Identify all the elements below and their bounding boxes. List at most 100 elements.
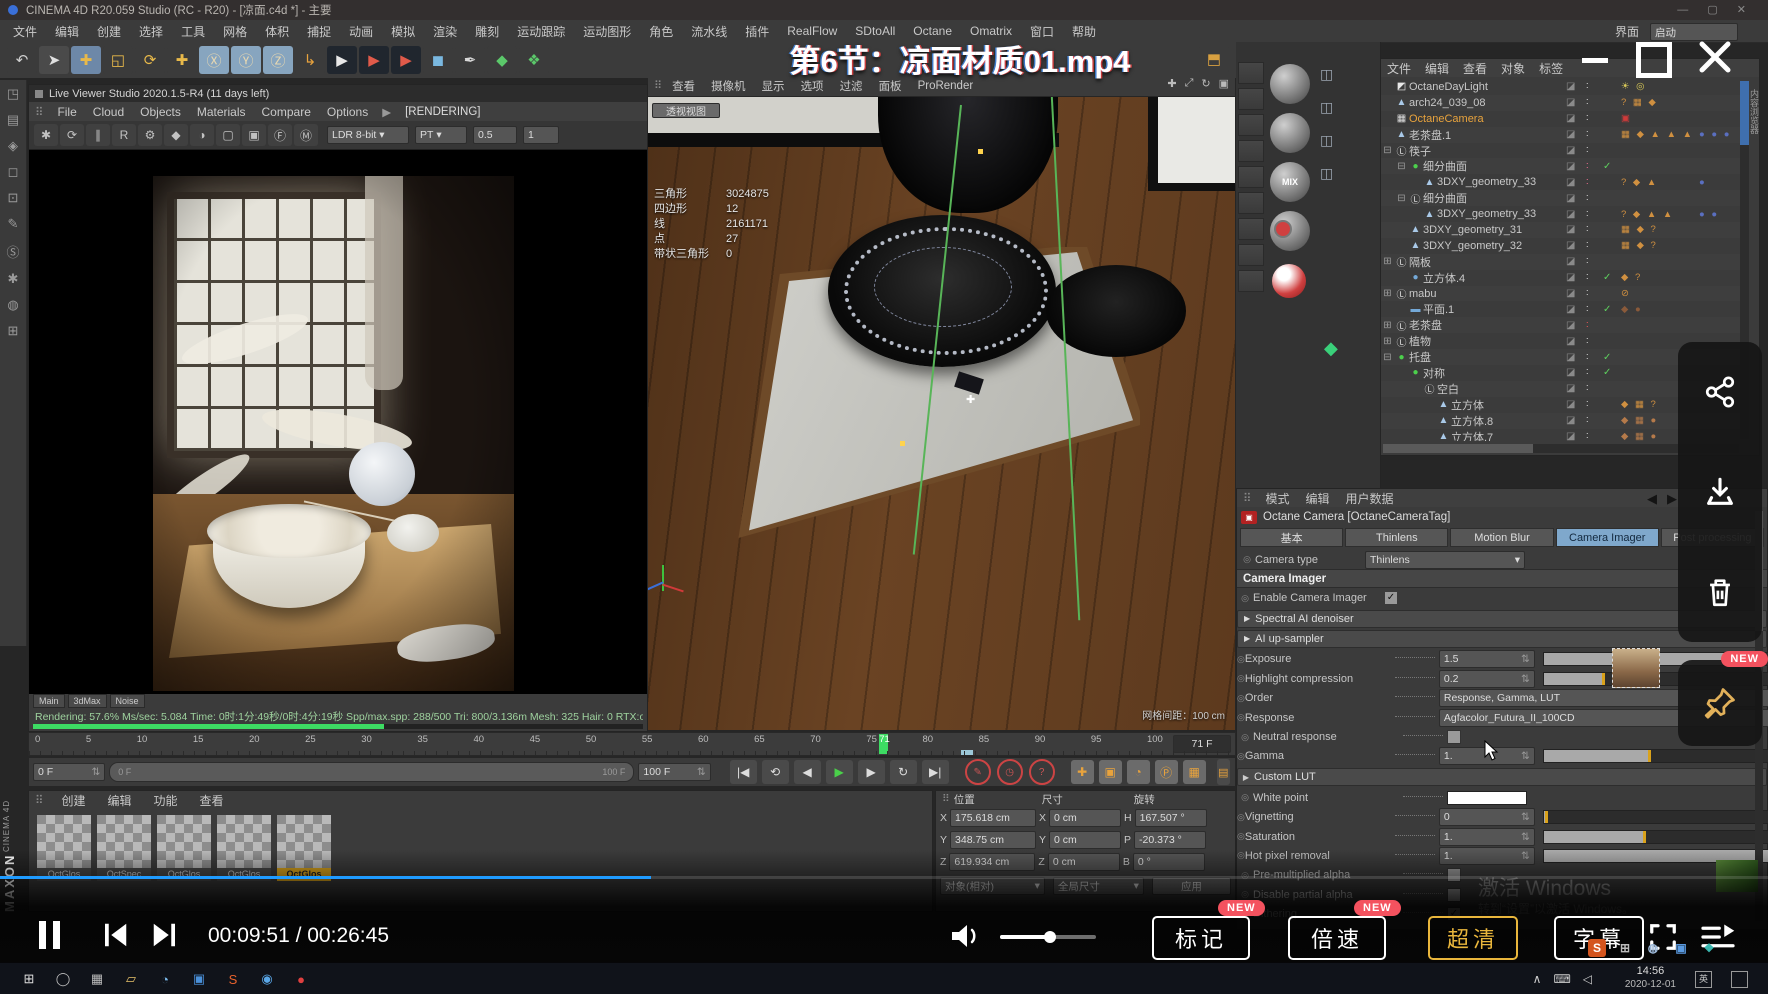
keyframe-button[interactable]: ✚ <box>1071 760 1094 784</box>
menu-item[interactable]: 网格 <box>214 23 256 40</box>
video-progress-track[interactable] <box>0 876 1768 879</box>
dock-redwhite-sphere[interactable] <box>1272 264 1306 298</box>
toolbar-icon[interactable]: ✒ <box>455 46 485 74</box>
next-button[interactable] <box>150 920 180 950</box>
toolbar-icon[interactable]: Ⓩ <box>263 46 293 74</box>
maximize-icon[interactable] <box>1636 42 1672 78</box>
om-menu-item[interactable]: 文件 <box>1387 60 1411 77</box>
lv-tab[interactable]: Noise <box>110 694 145 708</box>
attribute-tab[interactable]: Camera Imager <box>1556 528 1659 547</box>
visibility-dots[interactable]: ∶ <box>1586 256 1589 267</box>
tray-icon[interactable]: ⌨ <box>1553 972 1570 986</box>
object-name[interactable]: 立方体.4 <box>1423 270 1465 286</box>
keyframe-button[interactable]: Ⓟ <box>1155 760 1178 784</box>
menu-item[interactable]: 创建 <box>88 23 130 40</box>
dock-button[interactable] <box>1238 62 1264 84</box>
dock-button[interactable] <box>1238 244 1264 266</box>
menu-item[interactable]: 动画 <box>340 23 382 40</box>
param-row[interactable]: White point ⇅ <box>1237 788 1767 807</box>
visibility-dots[interactable]: ∶ <box>1586 177 1589 188</box>
dock-button[interactable] <box>1238 88 1264 110</box>
volume-knob[interactable] <box>1044 931 1056 943</box>
taskbar-app-icon[interactable]: ▱ <box>114 963 148 994</box>
tree-row[interactable]: ◩ OctaneDayLight ◪ ∶ ☀ ◎ <box>1381 79 1747 95</box>
visibility-dots[interactable]: ∶ <box>1586 320 1589 331</box>
taskbar-app-icon[interactable]: ◔ <box>148 963 182 994</box>
previous-button[interactable] <box>100 920 130 950</box>
film-button[interactable]: ▤ <box>1217 759 1230 785</box>
taskbar-app-icon[interactable]: ⊞ <box>12 963 46 994</box>
tool-icon[interactable]: ✱ <box>8 271 19 287</box>
frame-range-scrollbar[interactable]: 0 F 100 F <box>109 762 634 782</box>
toolbar-icon[interactable]: ◆ <box>487 46 517 74</box>
tree-row[interactable]: ▲ 3DXY_geometry_31 ◪ ∶ ▦ ◆ ? <box>1381 222 1747 238</box>
tool-icon[interactable]: ⊞ <box>8 323 19 339</box>
menu-item[interactable]: 编辑 <box>46 23 88 40</box>
toolbar-icon[interactable]: ⟳ <box>135 46 165 74</box>
lv-toolbar-icon[interactable]: ✱ <box>34 124 58 146</box>
toolbar-icon[interactable]: Ⓧ <box>199 46 229 74</box>
tree-row[interactable]: ▲ arch24_039_08 ◪ ∶ ? ▦ ◆ <box>1381 95 1747 111</box>
lv-menu-item[interactable]: Compare <box>262 105 311 119</box>
visibility-dots[interactable]: ∶ <box>1586 209 1589 220</box>
tray-icon[interactable]: ∧ <box>1533 972 1542 986</box>
object-name[interactable]: 细分曲面 <box>1423 190 1467 206</box>
menu-item[interactable]: 捕捉 <box>298 23 340 40</box>
tool-icon[interactable]: ▤ <box>7 112 19 128</box>
expand-toggle-icon[interactable]: ⊟ <box>1395 193 1408 204</box>
tree-row[interactable]: ⊟ ● 细分曲面 ◪ ∶ ✓ <box>1381 158 1747 174</box>
layer-toggle-icon[interactable]: ◪ <box>1566 240 1575 251</box>
layer-toggle-icon[interactable]: ◪ <box>1566 209 1575 220</box>
am-menu-item[interactable]: 编辑 <box>1305 490 1329 507</box>
taskbar-app-icon[interactable]: ▣ <box>182 963 216 994</box>
param-row[interactable]: Custom LUT ⇅ <box>1237 768 1767 786</box>
layer-toggle-icon[interactable]: ◪ <box>1566 336 1575 347</box>
transport-button[interactable]: ⟲ <box>762 760 789 784</box>
transport-button[interactable]: |◀ <box>730 760 757 784</box>
lv-field-1[interactable]: 0.5 <box>473 126 517 144</box>
expand-toggle-icon[interactable]: ⊞ <box>1381 320 1394 331</box>
param-value-field[interactable]: 1.⇅ <box>1439 828 1535 846</box>
materials-menu-item[interactable]: 查看 <box>199 792 223 809</box>
keyframe-button[interactable]: ▣ <box>1099 760 1122 784</box>
layer-toggle-icon[interactable]: ◪ <box>1566 415 1575 426</box>
visibility-dots[interactable]: ∶ <box>1586 97 1589 108</box>
toolbar-icon[interactable]: ◱ <box>103 46 133 74</box>
taskbar-app-icon[interactable]: ◯ <box>46 963 80 994</box>
object-name[interactable]: 3DXY_geometry_32 <box>1423 240 1522 252</box>
param-value-field[interactable]: 0⇅ <box>1439 808 1535 826</box>
dock-button[interactable] <box>1238 140 1264 162</box>
texture-thumbnail[interactable] <box>1612 648 1660 688</box>
history-forward-icon[interactable]: ▶ <box>1667 491 1677 507</box>
tool-icon[interactable]: Ⓢ <box>6 242 19 261</box>
layer-toggle-icon[interactable]: ◪ <box>1566 383 1575 394</box>
object-tags[interactable]: ☀ ◎ <box>1621 81 1646 92</box>
object-name[interactable]: 老茶盘 <box>1409 317 1442 333</box>
object-tags[interactable]: ◆ ▦ ● <box>1621 415 1658 426</box>
visibility-dots[interactable]: ∶ <box>1586 161 1589 172</box>
timeline-ruler[interactable]: 0510152025303540455055606570758085909510… <box>28 732 1236 756</box>
expand-toggle-icon[interactable]: ⊞ <box>1381 336 1394 347</box>
param-value-field[interactable]: 0.2⇅ <box>1439 670 1535 688</box>
object-name[interactable]: 立方体 <box>1451 397 1484 413</box>
visibility-dots[interactable]: ∶ <box>1586 81 1589 92</box>
object-name[interactable]: 托盘 <box>1409 349 1431 365</box>
layer-toggle-icon[interactable]: ◪ <box>1566 81 1575 92</box>
layer-toggle-icon[interactable]: ◪ <box>1566 161 1575 172</box>
object-tags[interactable]: ? ◆ ▲ ▲ <box>1621 209 1674 220</box>
visibility-dots[interactable]: ∶ <box>1586 336 1589 347</box>
lv-tab[interactable]: Main <box>33 694 65 708</box>
om-side-tab[interactable]: 内容浏览器 <box>1748 89 1761 134</box>
visibility-dots[interactable]: ∶ <box>1586 399 1589 410</box>
layer-toggle-icon[interactable]: ◪ <box>1566 224 1575 235</box>
lv-toolbar-icon[interactable]: ⚙ <box>138 124 162 146</box>
layer-toggle-icon[interactable]: ◪ <box>1566 320 1575 331</box>
materials-menu-item[interactable]: 编辑 <box>107 792 131 809</box>
object-tags[interactable]: ▣ <box>1621 113 1632 124</box>
om-menu-item[interactable]: 查看 <box>1463 60 1487 77</box>
object-name[interactable]: 3DXY_geometry_33 <box>1437 208 1536 220</box>
dock-cube-icon[interactable]: ◫ <box>1320 132 1333 149</box>
object-name[interactable]: 3DXY_geometry_33 <box>1437 176 1536 188</box>
tree-row[interactable]: ▲ 3DXY_geometry_32 ◪ ∶ ▦ ◆ ? <box>1381 238 1747 254</box>
object-tags[interactable]: ◆ ● <box>1621 304 1643 315</box>
